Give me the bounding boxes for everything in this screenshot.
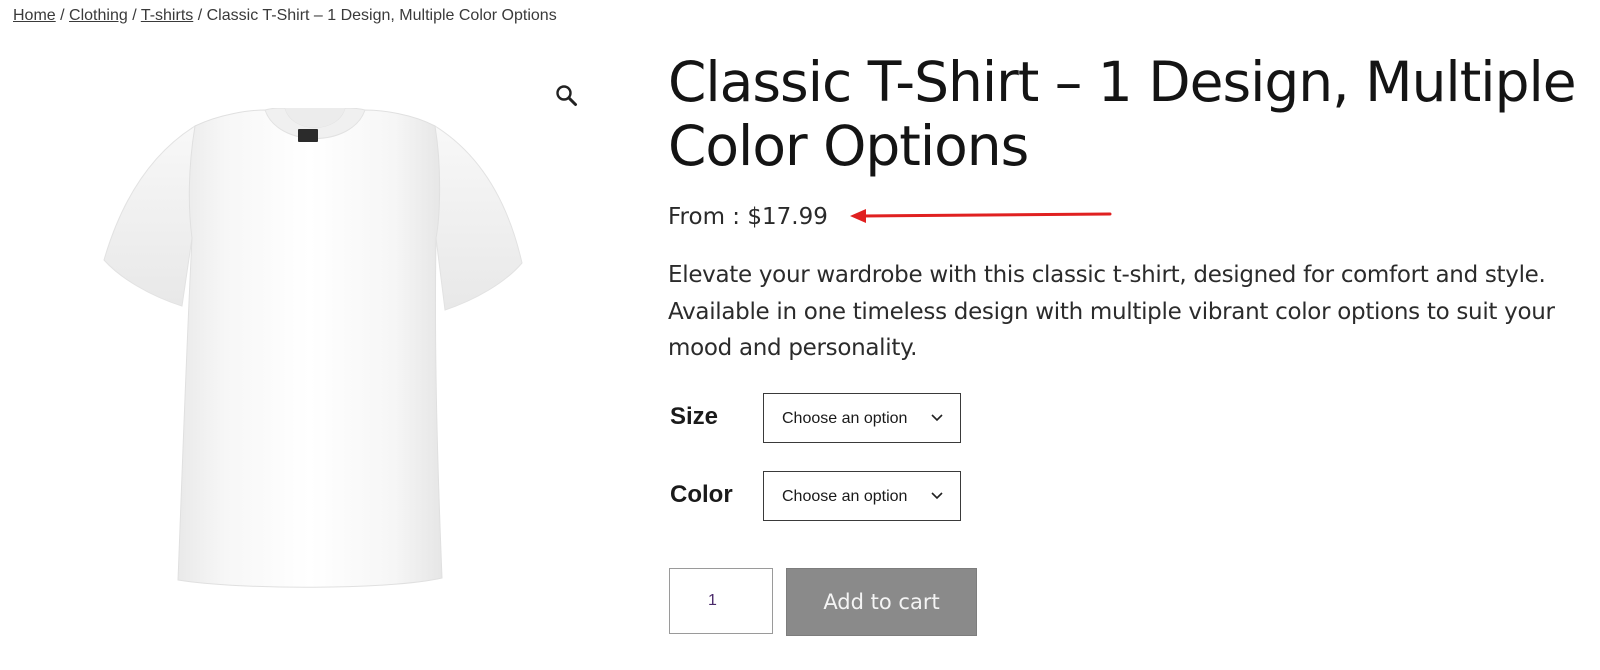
- chevron-down-icon: [931, 414, 943, 422]
- color-label: Color: [670, 481, 733, 508]
- breadcrumb-clothing-link[interactable]: Clothing: [69, 7, 128, 24]
- chevron-down-icon: [931, 492, 943, 500]
- product-title: Classic T-Shirt – 1 Design, Multiple Col…: [668, 50, 1577, 178]
- product-gallery: [0, 60, 610, 670]
- size-variation: Size Choose an option: [668, 393, 1068, 443]
- breadcrumb-current: Classic T-Shirt – 1 Design, Multiple Col…: [206, 7, 557, 24]
- product-price: From : $17.99: [668, 204, 828, 230]
- breadcrumb-separator: /: [197, 7, 203, 24]
- breadcrumb-home-link[interactable]: Home: [13, 7, 56, 24]
- color-select-value: Choose an option: [782, 488, 908, 505]
- add-to-cart-button[interactable]: Add to cart: [786, 568, 977, 636]
- price-row: From : $17.99: [668, 200, 1268, 240]
- product-image[interactable]: [100, 108, 530, 608]
- add-to-cart-form: Add to cart: [668, 568, 1068, 636]
- color-select[interactable]: Choose an option: [763, 471, 961, 521]
- color-variation: Color Choose an option: [668, 471, 1068, 521]
- breadcrumb-tshirts-link[interactable]: T-shirts: [141, 7, 193, 24]
- breadcrumb: Home / Clothing / T-shirts / Classic T-S…: [13, 7, 557, 25]
- size-select[interactable]: Choose an option: [763, 393, 961, 443]
- quantity-input[interactable]: [669, 568, 773, 634]
- size-label: Size: [670, 403, 719, 430]
- annotation-arrow: [850, 209, 1112, 223]
- product-summary: Classic T-Shirt – 1 Design, Multiple Col…: [668, 50, 1588, 636]
- size-select-value: Choose an option: [782, 410, 908, 427]
- product-description: Elevate your wardrobe with this classic …: [668, 262, 1555, 361]
- magnifier-icon[interactable]: [554, 83, 580, 109]
- breadcrumb-separator: /: [132, 7, 137, 24]
- breadcrumb-separator: /: [60, 7, 65, 24]
